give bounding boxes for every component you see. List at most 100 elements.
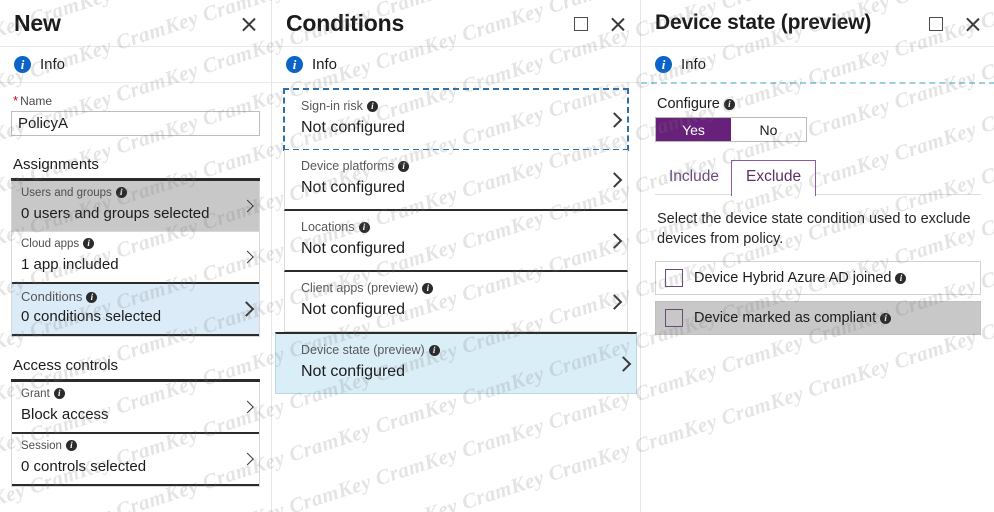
info-circle-icon[interactable]: i [53,388,65,399]
tab-include[interactable]: Include [657,160,731,194]
info-circle-icon[interactable]: i [723,99,735,110]
info-circle-icon[interactable]: i [358,222,370,233]
info-circle-icon[interactable]: i [428,345,440,356]
maximize-icon[interactable] [570,13,592,35]
checkbox-row-marked-as-compliant[interactable]: Device marked as compliant i [655,301,981,335]
device-state-header: Device state (preview) [641,0,994,46]
chevron-right-icon [241,199,254,213]
nav-row-value: 0 conditions selected [21,308,162,325]
configure-toggle-no[interactable]: No [731,118,806,141]
nav-row-value: 0 users and groups selected [21,205,210,222]
page-title: Device state (preview) [655,11,872,34]
close-icon[interactable] [237,13,259,35]
checkbox-row-hybrid-azure-ad-joined[interactable]: Device Hybrid Azure AD joined i [655,261,981,295]
close-icon[interactable] [606,13,628,35]
device-state-body: Configure i Yes No Include Exclude Select… [641,96,994,335]
chevron-right-icon [241,452,254,466]
configure-label: Configure i [657,96,981,112]
condition-device-state[interactable]: Device state (preview) i Not configured [275,332,637,394]
info-circle-icon[interactable]: i [86,292,98,303]
configure-toggle-yes[interactable]: Yes [656,118,731,141]
condition-value: Not configured [301,240,406,257]
condition-client-apps[interactable]: Client apps (preview) i Not configured [284,272,628,332]
info-icon: i [14,56,31,73]
nav-row-label: Conditions i [21,289,235,304]
info-circle-icon[interactable]: i [880,313,892,324]
maximize-icon[interactable] [925,13,947,35]
info-bar-conditions[interactable]: i Info [272,47,640,82]
info-circle-icon[interactable]: i [398,161,410,172]
info-label: Info [312,56,338,73]
condition-label: Client apps (preview) i [301,280,593,297]
condition-label: Locations i [301,219,593,236]
info-label: Info [40,56,66,73]
condition-sign-in-risk[interactable]: Sign-in risk i Not configured [283,88,629,151]
name-field-label: * Name [13,93,260,108]
conditions-header-actions [570,8,628,35]
info-bar-device-state[interactable]: i Info [641,47,994,82]
nav-row-label: Users and groups i [21,186,235,201]
checkbox-icon[interactable] [665,309,683,327]
name-label-text: Name [20,94,53,108]
info-bar-new[interactable]: i Info [0,47,271,82]
chevron-right-icon [606,232,623,249]
info-divider [0,82,271,83]
nav-row-label: Cloud apps i [21,237,235,252]
tab-exclude[interactable]: Exclude [730,160,817,196]
assignments-section-title: Assignments [13,156,99,173]
nav-row-value: 0 controls selected [21,458,147,475]
nav-row-value: Block access [21,406,109,423]
info-circle-icon[interactable]: i [422,283,434,294]
new-policy-header: New [0,0,271,46]
sidebar-item-users-and-groups[interactable]: Users and groups i 0 users and groups sel… [12,181,259,232]
info-icon: i [655,56,672,73]
nav-row-label: Grant i [21,387,235,402]
access-controls-group: Grant i Block access Session i 0 controls … [11,382,260,487]
conditions-list: Sign-in risk i Not configured Device plat… [272,83,640,394]
required-marker: * [13,93,19,108]
conditional-access-blade-stack: New i Info *Name Assignments Users and g… [0,0,994,512]
chevron-right-icon [615,355,632,372]
panel-conditions: Conditions i Info Sign-in risk i Not conf… [272,0,640,512]
chevron-right-icon [606,111,623,128]
condition-device-platforms[interactable]: Device platforms i Not configured [284,150,628,211]
close-icon[interactable] [961,13,983,35]
include-exclude-tabs: Include Exclude [655,159,981,196]
condition-value: Not configured [301,301,406,318]
nav-row-value: 1 app included [21,256,119,273]
panel-new-policy: New i Info *Name Assignments Users and g… [0,0,271,512]
page-title: New [14,10,61,36]
conditions-header: Conditions [272,0,640,46]
checkbox-label: Device marked as compliant i [694,310,892,326]
condition-value: Not configured [301,179,406,196]
checkbox-icon[interactable] [665,269,683,287]
info-circle-icon[interactable]: i [895,273,907,284]
info-circle-icon[interactable]: i [83,238,95,249]
sidebar-item-session[interactable]: Session i 0 controls selected [12,434,259,486]
new-policy-header-actions [237,8,259,35]
condition-label: Device state (preview) i [301,342,593,359]
info-circle-icon[interactable]: i [115,187,127,198]
panel-device-state: Device state (preview) i Info Configure i… [641,0,994,512]
info-circle-icon[interactable]: i [366,101,378,112]
assignments-group: Users and groups i 0 users and groups sel… [11,181,260,337]
info-circle-icon[interactable]: i [65,440,77,451]
info-label: Info [681,56,707,73]
condition-label: Sign-in risk i [301,98,593,115]
sidebar-item-grant[interactable]: Grant i Block access [12,382,259,434]
nav-row-label: Session i [21,439,235,454]
condition-label: Device platforms i [301,158,593,175]
chevron-right-icon [238,301,255,317]
condition-locations[interactable]: Locations i Not configured [284,211,628,272]
chevron-right-icon [241,400,254,414]
policy-name-input[interactable] [11,111,260,136]
focus-divider [641,82,994,84]
sidebar-item-cloud-apps[interactable]: Cloud apps i 1 app included [12,232,259,284]
new-policy-body: *Name Assignments Users and groupsi 0 us… [0,93,271,487]
condition-value: Not configured [301,363,406,380]
exclude-description: Select the device state condition used t… [657,211,971,247]
configure-toggle[interactable]: Yes No [655,117,807,142]
page-title: Conditions [286,10,405,36]
chevron-right-icon [606,171,623,188]
sidebar-item-conditions[interactable]: Conditions i 0 conditions selected [12,284,259,336]
